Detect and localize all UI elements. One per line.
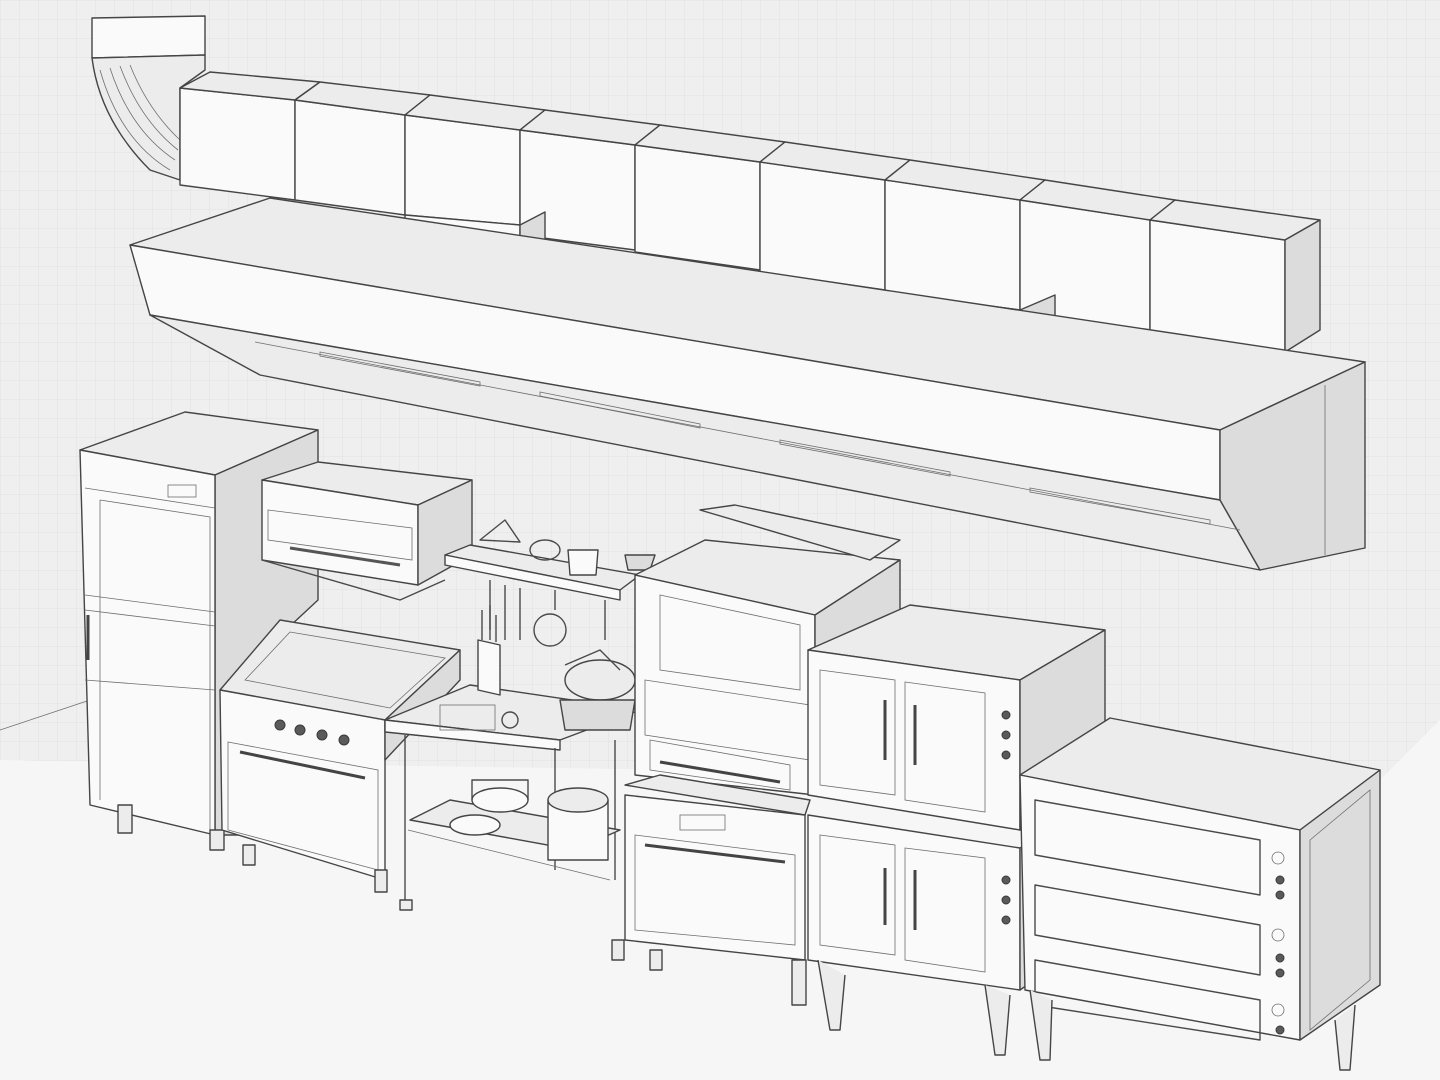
kitchen-line-render bbox=[0, 0, 1440, 1080]
